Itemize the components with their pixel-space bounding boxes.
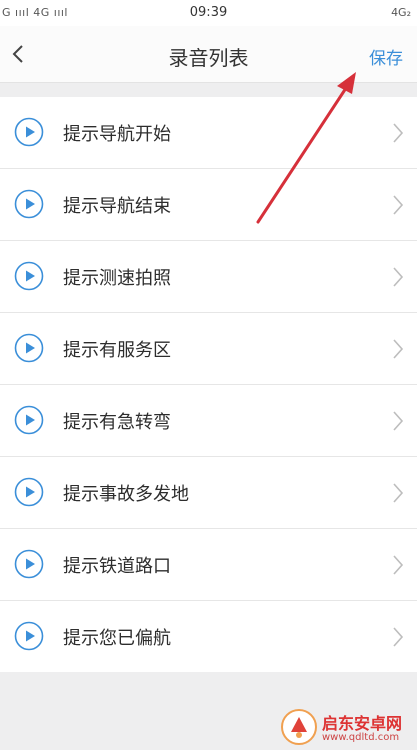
list-item[interactable]: 提示测速拍照 xyxy=(0,241,417,313)
list-item-label: 提示铁道路口 xyxy=(63,556,171,577)
play-circle-icon[interactable] xyxy=(14,117,44,147)
recording-list: 提示导航开始 提示导航结束 提示测速拍照 提示有服务区 提示有急转弯 提示事故多发地 提示铁… xyxy=(0,97,417,672)
chevron-right-icon xyxy=(393,627,404,647)
list-item[interactable]: 提示导航结束 xyxy=(0,169,417,241)
save-button[interactable]: 保存 xyxy=(369,44,403,69)
list-item-label: 提示导航结束 xyxy=(63,196,171,217)
watermark-logo-icon xyxy=(281,709,317,745)
chevron-right-icon xyxy=(393,339,404,359)
list-item[interactable]: 提示您已偏航 xyxy=(0,601,417,672)
chevron-right-icon xyxy=(393,555,404,575)
watermark-name: 启东安卓网 xyxy=(322,714,403,733)
list-item-label: 提示事故多发地 xyxy=(63,484,189,505)
play-circle-icon[interactable] xyxy=(14,477,44,507)
play-circle-icon[interactable] xyxy=(14,621,44,651)
watermark-url: www.qdltd.com xyxy=(322,732,400,743)
chevron-right-icon xyxy=(393,411,404,431)
network-indicator: 4G₂ xyxy=(391,6,411,19)
status-bar: G ıııl 4G ıııl 09:39 4G₂ xyxy=(0,0,417,26)
nav-bar: 录音列表 保存 xyxy=(0,26,417,83)
play-circle-icon[interactable] xyxy=(14,261,44,291)
list-item[interactable]: 提示有急转弯 xyxy=(0,385,417,457)
list-item-label: 提示有急转弯 xyxy=(63,412,171,433)
status-time: 09:39 xyxy=(189,5,228,20)
back-button[interactable] xyxy=(6,40,34,68)
list-item-label: 提示导航开始 xyxy=(63,124,171,145)
chevron-left-icon xyxy=(12,45,23,63)
watermark: 启东安卓网 www.qdltd.com xyxy=(280,706,417,750)
list-item[interactable]: 提示铁道路口 xyxy=(0,529,417,601)
chevron-right-icon xyxy=(393,195,404,215)
play-circle-icon[interactable] xyxy=(14,549,44,579)
play-circle-icon[interactable] xyxy=(14,405,44,435)
page-title: 录音列表 xyxy=(168,46,249,70)
play-circle-icon[interactable] xyxy=(14,333,44,363)
list-item-label: 提示测速拍照 xyxy=(63,268,171,289)
list-item[interactable]: 提示有服务区 xyxy=(0,313,417,385)
list-item-label: 提示有服务区 xyxy=(63,340,171,361)
list-item-label: 提示您已偏航 xyxy=(63,628,171,649)
play-circle-icon[interactable] xyxy=(14,189,44,219)
chevron-right-icon xyxy=(393,267,404,287)
chevron-right-icon xyxy=(393,123,404,143)
list-item[interactable]: 提示导航开始 xyxy=(0,97,417,169)
chevron-right-icon xyxy=(393,483,404,503)
list-item[interactable]: 提示事故多发地 xyxy=(0,457,417,529)
